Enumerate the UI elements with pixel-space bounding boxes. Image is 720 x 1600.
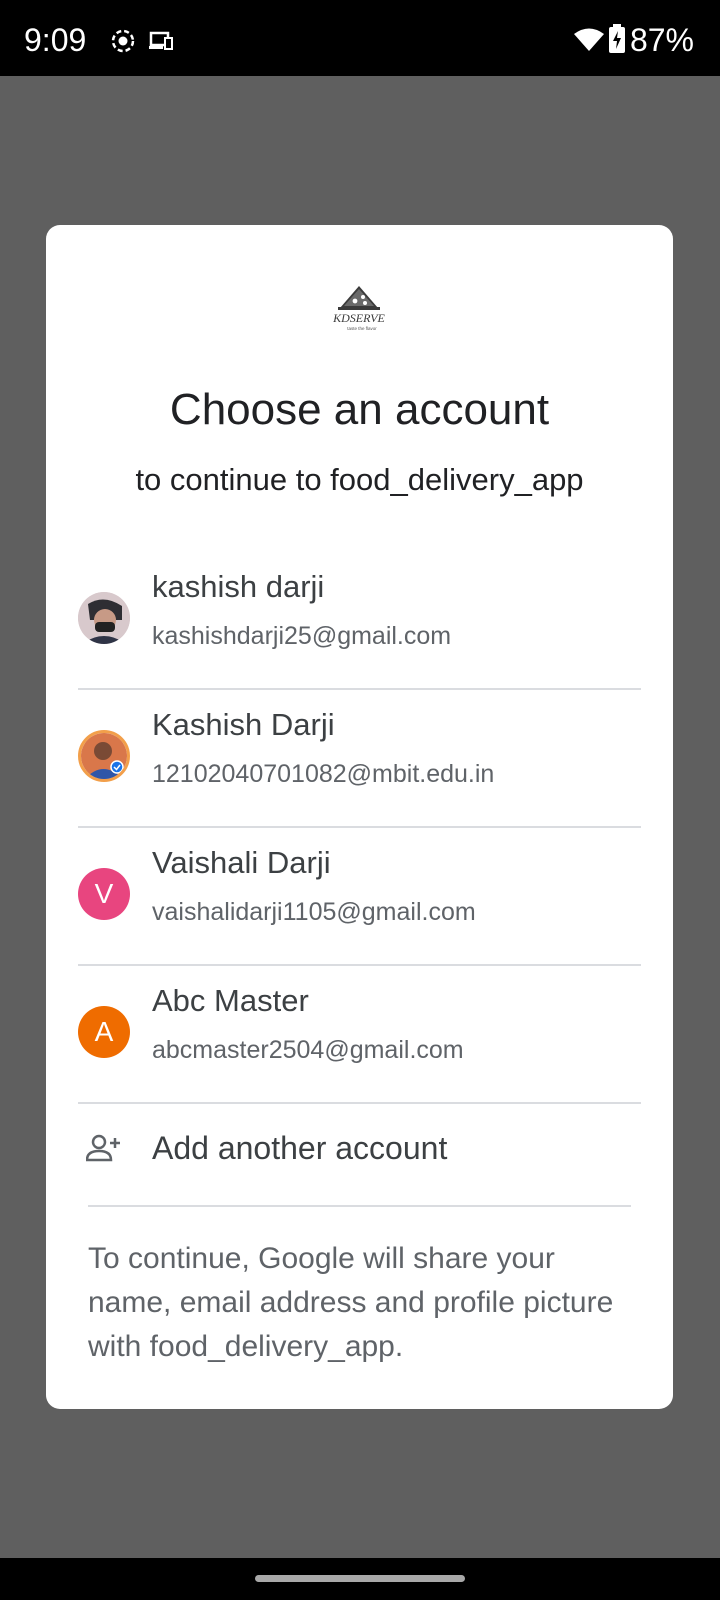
avatar-letter: A [94, 1016, 114, 1047]
account-name: Kashish Darji [152, 707, 335, 742]
logo-text: KDSERVE [332, 311, 385, 325]
dialog-title: Choose an account [169, 385, 550, 434]
divider [78, 826, 641, 828]
battery-percent: 87% [629, 22, 694, 58]
app-logo: KDSERVE taste the flavor [332, 286, 386, 331]
account-item[interactable]: Kashish Darji 12102040701082@mbit.edu.in [78, 692, 641, 830]
account-avatar: A [78, 1006, 130, 1058]
account-item[interactable]: V Vaishali Darji vaishalidarji1105@gmail… [78, 830, 641, 968]
account-email: abcmaster2504@gmail.com [152, 1036, 464, 1064]
account-avatar [78, 592, 130, 644]
account-avatar [78, 730, 130, 782]
battery-charging-icon [609, 24, 625, 53]
dialog-subtitle: to continue to food_delivery_app [135, 462, 584, 497]
add-account-button[interactable]: Add another account [78, 1105, 641, 1205]
account-email: vaishalidarji1105@gmail.com [152, 898, 476, 926]
account-email: kashishdarji25@gmail.com [152, 622, 452, 650]
account-name: Abc Master [152, 983, 309, 1018]
wifi-icon [574, 28, 604, 51]
divider [78, 964, 641, 966]
divider [88, 1205, 631, 1207]
account-name: kashish darji [152, 569, 325, 604]
avatar-letter: V [94, 878, 114, 909]
screen-record-icon [111, 29, 135, 53]
logo-tagline: taste the flavor [347, 326, 377, 331]
status-bar: 9:09 87% [0, 0, 720, 76]
divider [78, 688, 641, 690]
account-email: 12102040701082@mbit.edu.in [152, 760, 495, 788]
divider [78, 1102, 641, 1104]
account-chooser-dialog: KDSERVE taste the flavor Choose an accou… [46, 225, 673, 1409]
add-person-icon [86, 1134, 120, 1162]
cast-device-icon [149, 31, 173, 50]
add-account-label: Add another account [152, 1130, 448, 1166]
account-name: Vaishali Darji [152, 845, 331, 880]
home-gesture-handle[interactable] [255, 1575, 465, 1582]
account-item[interactable]: A Abc Master abcmaster2504@gmail.com [78, 968, 641, 1106]
account-item[interactable]: kashish darji kashishdarji25@gmail.com [78, 554, 641, 692]
account-avatar: V [78, 868, 130, 920]
disclosure-text: To continue, Google will share your name… [88, 1242, 614, 1363]
status-time: 9:09 [24, 22, 87, 58]
